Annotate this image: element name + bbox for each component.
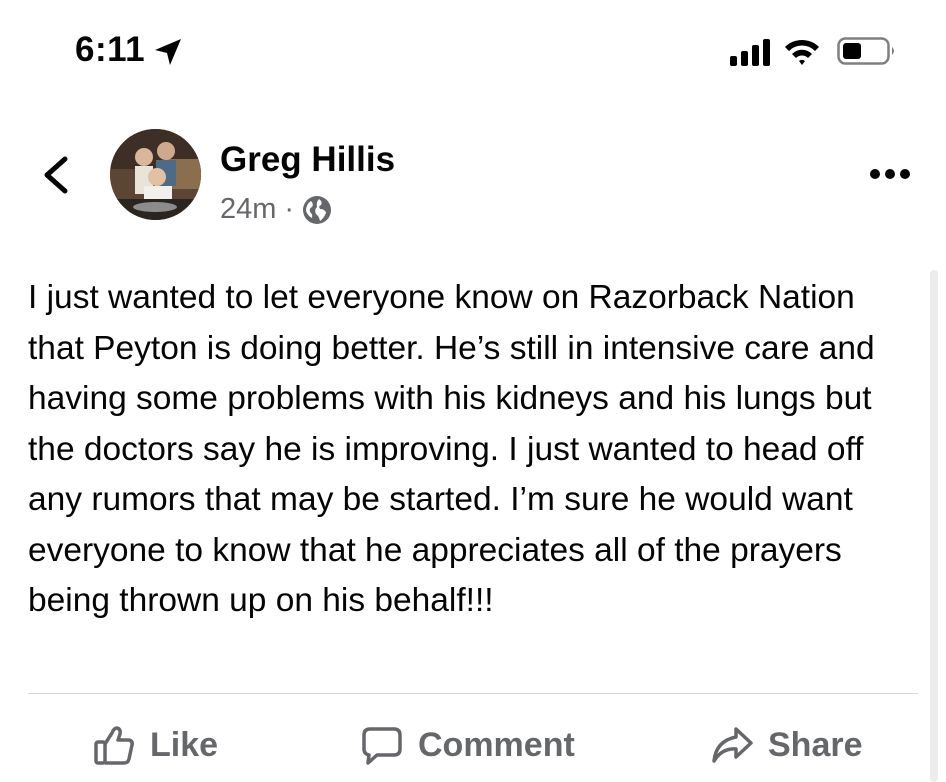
thumbs-up-icon [94,726,134,765]
author-avatar[interactable] [110,129,201,220]
author-name[interactable]: Greg Hillis [220,140,395,180]
like-label: Like [150,725,219,764]
divider [28,693,918,694]
post-text: I just wanted to let everyone know on Ra… [28,279,875,619]
comment-button[interactable]: Comment [360,720,575,770]
back-chevron-icon[interactable] [38,155,74,195]
comment-label: Comment [418,725,575,764]
location-arrow-icon [155,39,181,65]
more-options-icon[interactable] [868,164,912,184]
globe-icon[interactable] [302,195,332,225]
share-label: Share [768,725,863,764]
wifi-icon [785,39,819,65]
post-meta: 24m · [220,193,332,226]
meta-separator: · [284,193,295,225]
scrollbar[interactable] [930,270,938,782]
cellular-signal-icon [730,39,770,66]
post-timestamp[interactable]: 24m [220,193,276,226]
avatar-photo [110,129,201,220]
comment-bubble-icon [362,727,402,765]
battery-icon [837,37,894,65]
share-arrow-icon [712,727,753,763]
share-button[interactable]: Share [710,720,863,770]
like-button[interactable]: Like [92,720,218,770]
status-bar: 6:11 [0,0,946,100]
status-time: 6:11 [75,30,146,69]
